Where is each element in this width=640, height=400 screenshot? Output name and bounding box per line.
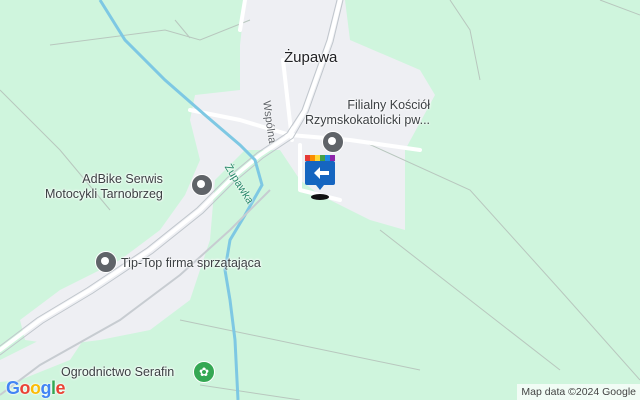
google-logo-letter: g bbox=[40, 378, 52, 398]
map-canvas[interactable]: Żupawa Wspólna Żupawka Filialny Kościół … bbox=[0, 0, 640, 400]
poi-adbike-label-line2: Motocykli Tarnobrzeg bbox=[45, 187, 163, 201]
map-attribution[interactable]: Map data ©2024 Google bbox=[517, 384, 640, 400]
poi-ogrodnictwo-label[interactable]: Ogrodnictwo Serafin bbox=[61, 365, 174, 380]
place-title-label[interactable]: Żupawa bbox=[284, 50, 337, 65]
poi-ogrodnictwo-pin[interactable]: ✿ bbox=[193, 361, 215, 383]
google-logo[interactable]: Google bbox=[6, 378, 66, 399]
location-marker[interactable] bbox=[302, 155, 338, 201]
poi-adbike-pin[interactable] bbox=[191, 174, 213, 196]
poi-church-label-line2: Rzymskokatolicki pw... bbox=[305, 113, 431, 127]
poi-tiptop-pin[interactable] bbox=[95, 251, 117, 273]
poi-adbike-label[interactable]: AdBike Serwis Motocykli Tarnobrzeg bbox=[45, 172, 163, 202]
poi-church-label-line1: Filialny Kościół bbox=[347, 98, 431, 112]
poi-adbike-label-line1: AdBike Serwis bbox=[82, 172, 163, 186]
flower-icon: ✿ bbox=[198, 365, 210, 379]
google-logo-letter: o bbox=[19, 378, 31, 398]
google-logo-letter: e bbox=[55, 378, 66, 398]
poi-tiptop-label[interactable]: Tip-Top firma sprzątająca bbox=[121, 256, 261, 271]
google-logo-letter: G bbox=[6, 378, 20, 398]
google-logo-letter: o bbox=[30, 378, 41, 398]
poi-church-pin[interactable] bbox=[322, 131, 344, 153]
poi-church-label[interactable]: Filialny Kościół Rzymskokatolicki pw... bbox=[305, 98, 430, 128]
